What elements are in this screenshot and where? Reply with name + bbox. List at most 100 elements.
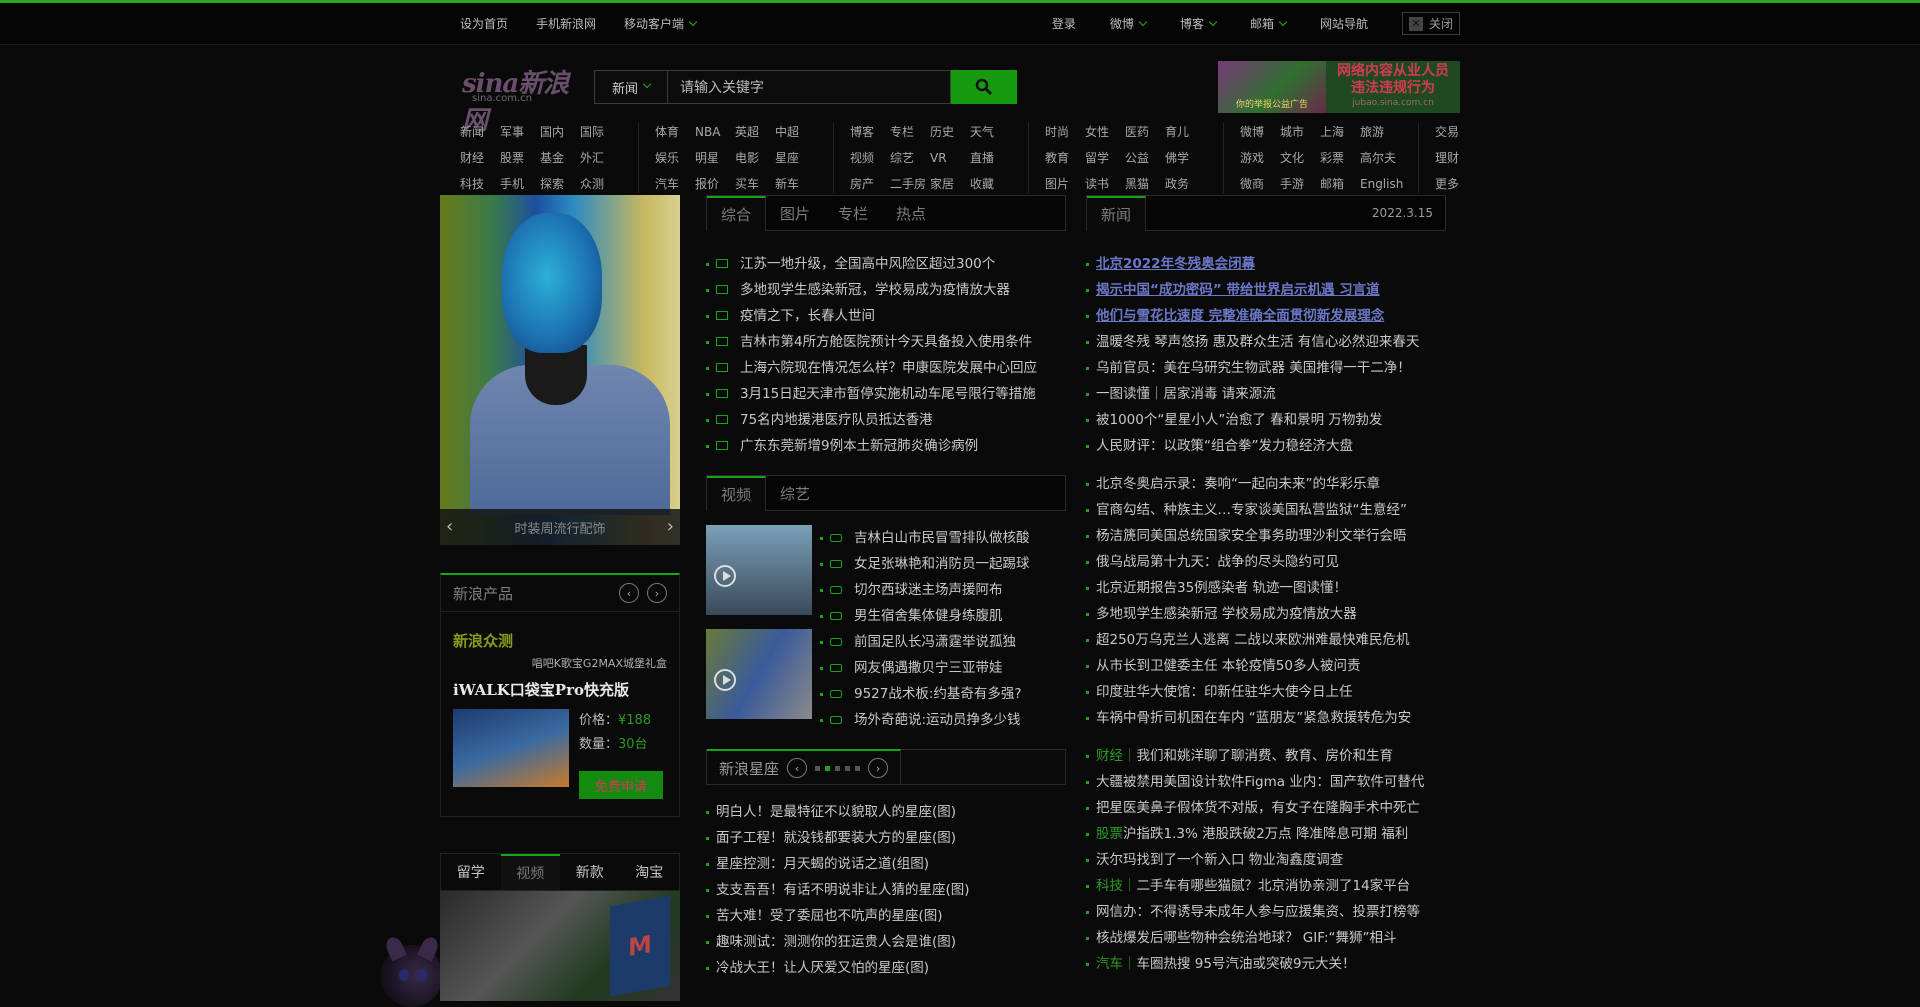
news-item[interactable]: 核战爆发后哪些物种会统治地球？ GIF:“舞狮”相斗 xyxy=(1086,925,1446,951)
news-item[interactable]: 财经｜我们和姚洋聊了聊消费、教育、房价和生育 xyxy=(1086,743,1446,769)
video-thumb[interactable] xyxy=(706,525,812,615)
set-homepage-link[interactable]: 设为首页 xyxy=(460,15,508,32)
tab-news[interactable]: 新闻 xyxy=(1087,195,1147,231)
nav-link[interactable]: VR xyxy=(930,149,970,167)
news-item[interactable]: 9527战术板:约基奇有多强? xyxy=(820,681,1066,707)
nav-link[interactable]: 手机 xyxy=(500,175,540,193)
nav-link[interactable]: 家居 xyxy=(930,175,970,193)
news-item[interactable]: 上海六院现在情况怎么样？申康医院发展中心回应 xyxy=(706,355,1066,381)
news-item[interactable]: 车祸中骨折司机困在车内 “蓝朋友”紧急救援转危为安 xyxy=(1086,705,1446,731)
tab-general[interactable]: 综合 xyxy=(707,195,767,231)
nav-link[interactable]: 明星 xyxy=(695,149,735,167)
nav-link[interactable]: 博客 xyxy=(850,123,890,141)
nav-link[interactable]: 众测 xyxy=(580,175,620,193)
news-item[interactable]: 从市长到卫健委主任 本轮疫情50多人被问责 xyxy=(1086,653,1446,679)
next-icon[interactable]: › xyxy=(868,758,889,778)
nav-link[interactable]: 政务 xyxy=(1165,175,1205,193)
mail-menu[interactable]: 邮箱 xyxy=(1250,15,1288,32)
product-name[interactable]: iWALK口袋宝Pro快充版 xyxy=(453,679,667,700)
news-item[interactable]: 疫情之下，长春人世间 xyxy=(706,303,1066,329)
nav-link[interactable]: 更多 xyxy=(1435,175,1475,193)
nav-link[interactable]: 新车 xyxy=(775,175,815,193)
product-subtitle[interactable]: 唱吧K歌宝G2MAX城堡礼盒 xyxy=(453,655,667,671)
close-button[interactable]: ✕ 关闭 xyxy=(1401,12,1460,35)
news-item[interactable]: 乌前官员：美在乌研究生物武器 美国推得一干二净！ xyxy=(1086,355,1446,381)
nav-link[interactable]: 中超 xyxy=(775,123,815,141)
mobile-client-link[interactable]: 移动客户端 xyxy=(624,15,698,32)
news-item[interactable]: 网信办：不得诱导未成年人参与应援集资、投票打榜等 xyxy=(1086,899,1446,925)
news-item[interactable]: 切尔西球迷主场声援阿布 xyxy=(820,577,1066,603)
sina-logo[interactable]: sina新浪网 sina.com.cn xyxy=(462,63,572,136)
tab-variety[interactable]: 综艺 xyxy=(766,476,824,510)
news-item[interactable]: 科技｜二手车有哪些猫腻？北京消协亲测了14家平台 xyxy=(1086,873,1446,899)
news-item[interactable]: 星座控测：月天蝎的说话之道(组图) xyxy=(706,851,1066,877)
nav-link[interactable]: 报价 xyxy=(695,175,735,193)
news-item[interactable]: 吉林白山市民冒雪排队做核酸 xyxy=(820,525,1066,551)
news-item[interactable]: 多地现学生感染新冠，学校易成为疫情放大器 xyxy=(706,277,1066,303)
apply-button[interactable]: 免费申请 xyxy=(579,771,663,799)
news-item[interactable]: 他们与雪花比速度 完整准确全面贯彻新发展理念 xyxy=(1086,303,1446,329)
nav-link[interactable]: 体育 xyxy=(655,123,695,141)
nav-link[interactable]: 外汇 xyxy=(580,149,620,167)
news-item[interactable]: 广东东莞新增9例本土新冠肺炎确诊病例 xyxy=(706,433,1066,459)
tab-new[interactable]: 新款 xyxy=(560,854,620,890)
mobile-sina-link[interactable]: 手机新浪网 xyxy=(536,15,596,32)
search-category-select[interactable]: 新闻 xyxy=(594,70,668,104)
nav-link[interactable]: 黑猫 xyxy=(1125,175,1165,193)
site-nav-link[interactable]: 网站导航 xyxy=(1320,15,1368,32)
news-item[interactable]: 汽车｜车圈热搜 95号汽油或突破9元大关！ xyxy=(1086,951,1446,977)
nav-link[interactable]: English xyxy=(1360,175,1403,193)
nav-link[interactable]: 买车 xyxy=(735,175,775,193)
nav-link[interactable]: 女性 xyxy=(1085,123,1125,141)
nav-link[interactable]: 收藏 xyxy=(970,175,1010,193)
nav-link[interactable]: 直播 xyxy=(970,149,1010,167)
nav-link[interactable]: 微商 xyxy=(1240,175,1280,193)
news-tag[interactable]: 汽车｜ xyxy=(1096,956,1137,972)
news-item[interactable]: 官商勾结、种族主义…专家谈美国私营监狱“生意经” xyxy=(1086,497,1446,523)
news-item[interactable]: 多地现学生感染新冠 学校易成为疫情放大器 xyxy=(1086,601,1446,627)
news-item[interactable]: 大疆被禁用美国设计软件Figma 业内：国产软件可替代 xyxy=(1086,769,1446,795)
nav-link[interactable]: 时尚 xyxy=(1045,123,1085,141)
nav-link[interactable]: 探索 xyxy=(540,175,580,193)
news-item[interactable]: 被1000个“星星小人”治愈了 春和景明 万物勃发 xyxy=(1086,407,1446,433)
search-button[interactable] xyxy=(951,70,1017,104)
nav-link[interactable]: 彩票 xyxy=(1320,149,1360,167)
nav-link[interactable]: 股票 xyxy=(500,149,540,167)
news-tag[interactable]: 财经｜ xyxy=(1096,748,1137,764)
nav-link[interactable]: 手游 xyxy=(1280,175,1320,193)
news-item[interactable]: 网友偶遇撒贝宁三亚带娃 xyxy=(820,655,1066,681)
tab-video[interactable]: 视频 xyxy=(500,854,560,890)
product-image[interactable] xyxy=(453,709,569,787)
news-tag[interactable]: 股票 xyxy=(1096,826,1123,842)
nav-link[interactable]: 微博 xyxy=(1240,123,1280,141)
news-item[interactable]: 北京近期报告35例感染者 轨迹一图读懂！ xyxy=(1086,575,1446,601)
nav-link[interactable]: 星座 xyxy=(775,149,815,167)
login-link[interactable]: 登录 xyxy=(1052,15,1076,32)
nav-link[interactable]: 二手房 xyxy=(890,175,930,193)
news-item[interactable]: 俄乌战局第十九天：战争的尽头隐约可见 xyxy=(1086,549,1446,575)
news-item[interactable]: 支支吾吾！有话不明说非让人猜的星座(图) xyxy=(706,877,1066,903)
nav-link[interactable]: 佛学 xyxy=(1165,149,1205,167)
nav-link[interactable]: 图片 xyxy=(1045,175,1085,193)
news-item[interactable]: 人民财评：以政策“组合拳”发力稳经济大盘 xyxy=(1086,433,1446,459)
news-item[interactable]: 印度驻华大使馆：印新任驻华大使今日上任 xyxy=(1086,679,1446,705)
news-item[interactable]: 前国足队长冯潇霆举说孤独 xyxy=(820,629,1066,655)
news-item[interactable]: 男生宿舍集体健身练腹肌 xyxy=(820,603,1066,629)
nav-link[interactable]: 留学 xyxy=(1085,149,1125,167)
nav-link[interactable]: 旅游 xyxy=(1360,123,1400,141)
nav-link[interactable]: 基金 xyxy=(540,149,580,167)
nav-link[interactable]: 天气 xyxy=(970,123,1010,141)
prev-icon[interactable]: ‹ xyxy=(619,583,639,603)
nav-link[interactable]: 综艺 xyxy=(890,149,930,167)
news-item[interactable]: 一图读懂｜居家消毒 请来源流 xyxy=(1086,381,1446,407)
nav-link[interactable]: 教育 xyxy=(1045,149,1085,167)
news-item[interactable]: 冷战大王！让人厌爱又怕的星座(图) xyxy=(706,955,1066,981)
news-item[interactable]: 3月15日起天津市暂停实施机动车尾号限行等措施 xyxy=(706,381,1066,407)
nav-link[interactable]: 上海 xyxy=(1320,123,1360,141)
news-item[interactable]: 吉林市第4所方舱医院预计今天具备投入使用条件 xyxy=(706,329,1066,355)
news-item[interactable]: 股票沪指跌1.3% 港股跌破2万点 降准降息可期 福利 xyxy=(1086,821,1446,847)
nav-link[interactable]: NBA xyxy=(695,123,735,141)
weibo-menu[interactable]: 微博 xyxy=(1110,15,1148,32)
news-item[interactable]: 明白人！是最特征不以貌取人的星座(图) xyxy=(706,799,1066,825)
news-item[interactable]: 杨洁篪同美国总统国家安全事务助理沙利文举行会晤 xyxy=(1086,523,1446,549)
